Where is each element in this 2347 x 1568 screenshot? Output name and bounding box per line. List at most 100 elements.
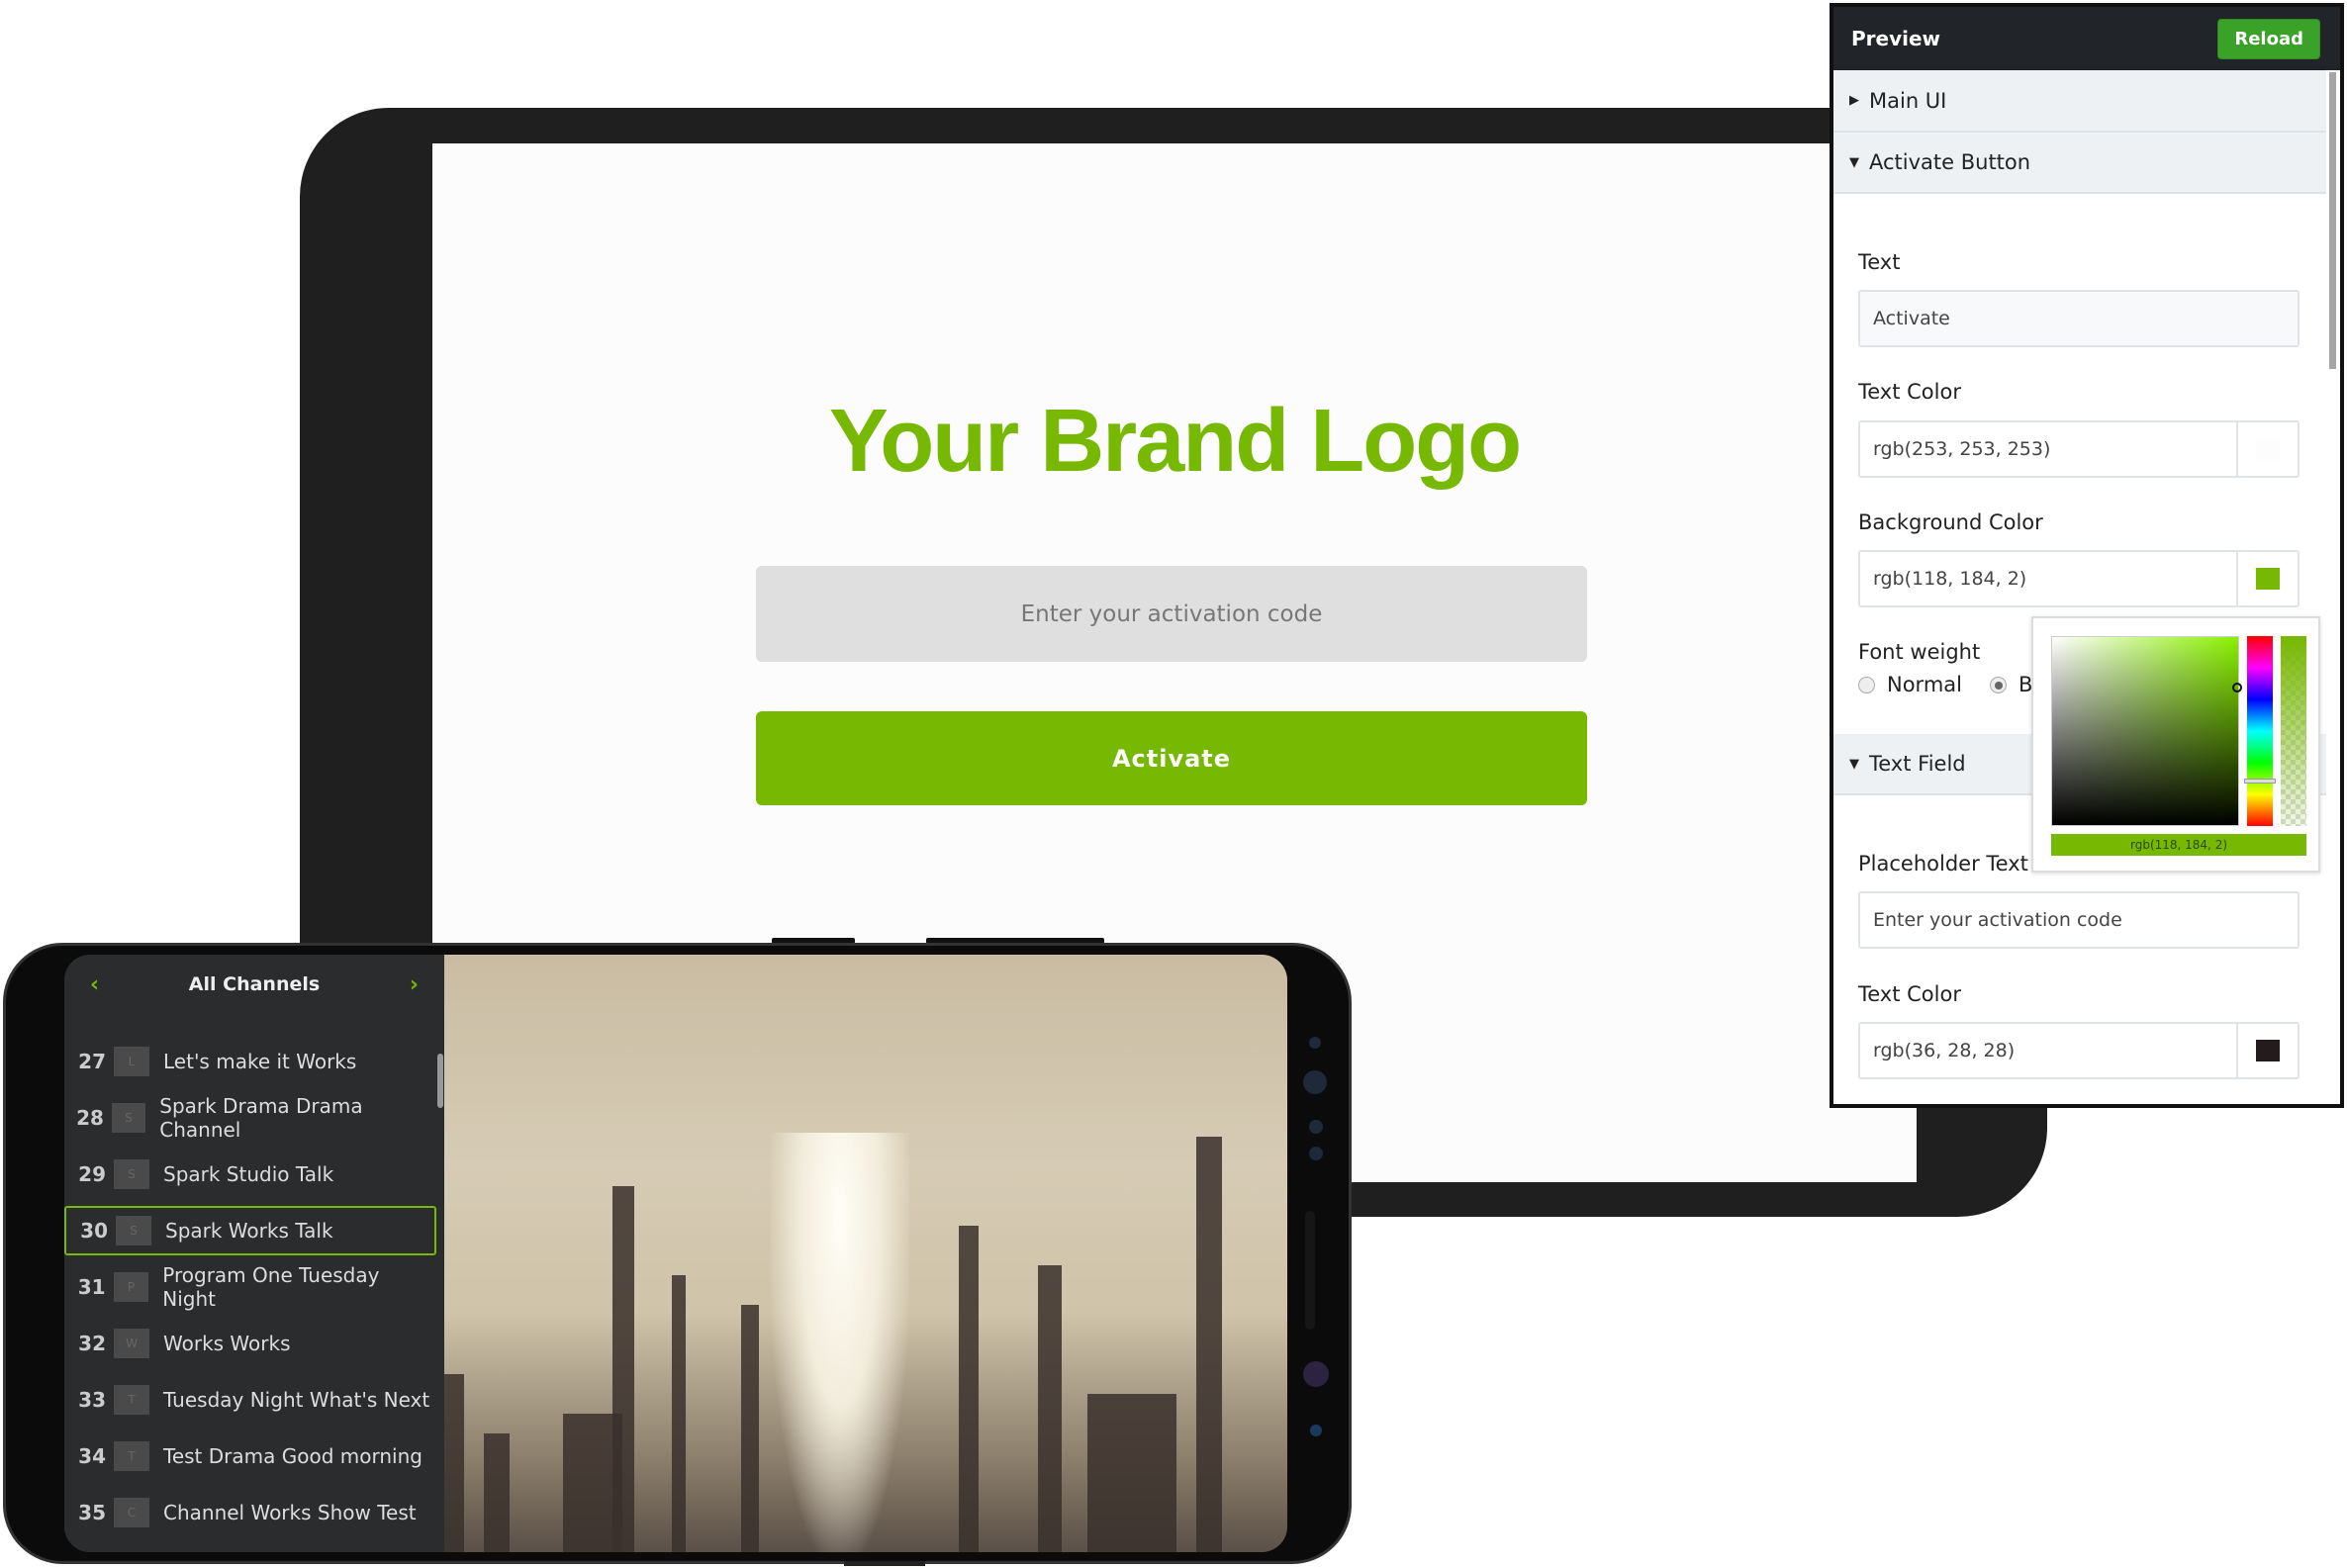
- field-text-color-input[interactable]: rgb(36, 28, 28): [1858, 1022, 2300, 1079]
- background-color-label: Background Color: [1858, 510, 2043, 534]
- channel-row[interactable]: 36TTest Drama HD: [64, 1544, 436, 1552]
- section-label: Text Field: [1869, 752, 1966, 776]
- panel-scrollbar[interactable]: [2329, 72, 2336, 369]
- video-structure: [1038, 1265, 1062, 1552]
- channel-name: Works Works: [163, 1332, 291, 1355]
- sidebar-header: ‹ All Channels ›: [64, 955, 444, 1014]
- text-label: Text: [1858, 250, 1901, 274]
- color-picker-popup: rgb(118, 184, 2): [2031, 616, 2320, 873]
- video-structure: [959, 1226, 979, 1552]
- channel-number: 34: [78, 1444, 106, 1468]
- activation-code-input[interactable]: Enter your activation code: [756, 566, 1587, 662]
- video-structure: [672, 1275, 686, 1552]
- phone-button: [844, 1561, 925, 1566]
- channel-row[interactable]: 28 S Spark Drama Drama Channel: [64, 1093, 436, 1143]
- channel-number: 27: [78, 1050, 106, 1073]
- channel-name: Spark Works Talk: [165, 1219, 333, 1243]
- video-structure: [741, 1305, 759, 1552]
- fingerprint-bar: [1305, 1211, 1315, 1330]
- channel-name: Program One Tuesday Night: [162, 1263, 380, 1311]
- channel-logo-icon: T: [114, 1441, 149, 1471]
- font-weight-label: Font weight: [1858, 640, 1981, 664]
- section-main-ui[interactable]: ▶ Main UI: [1833, 70, 2326, 133]
- sensor-icon: [1309, 1147, 1323, 1160]
- brand-logo: Your Brand Logo: [828, 392, 1522, 491]
- channel-name: Let's make it Works: [163, 1050, 357, 1073]
- caret-down-icon: ▼: [1849, 756, 1859, 772]
- channel-logo-icon: L: [114, 1047, 149, 1076]
- camera-icon: [1303, 1070, 1327, 1094]
- channel-number: 33: [78, 1388, 106, 1412]
- hue-slider-handle[interactable]: [2244, 779, 2276, 784]
- background-color-value: rgb(118, 184, 2): [1873, 568, 2027, 590]
- saturation-value-area[interactable]: [2051, 636, 2242, 826]
- channel-row[interactable]: 32 W Works Works: [64, 1319, 436, 1368]
- font-weight-normal-radio[interactable]: Normal: [1858, 673, 1962, 696]
- channel-row[interactable]: 27 L Let's make it Works: [64, 1037, 436, 1086]
- channel-row[interactable]: 31 P Program One Tuesday Night: [64, 1262, 436, 1312]
- channel-row[interactable]: 29 S Spark Studio Talk: [64, 1150, 436, 1199]
- video-structure: [484, 1433, 510, 1552]
- channel-name: Spark Studio Talk: [163, 1162, 334, 1186]
- field-text-color-swatch[interactable]: [2236, 1024, 2298, 1077]
- button-text-input[interactable]: Activate: [1858, 290, 2300, 347]
- text-color-input[interactable]: rgb(253, 253, 253): [1858, 420, 2300, 478]
- text-color-value: rgb(253, 253, 253): [1873, 438, 2051, 460]
- field-text-color-value: rgb(36, 28, 28): [1873, 1040, 2016, 1061]
- channel-row[interactable]: 35 C Channel Works Show Test: [64, 1488, 436, 1537]
- channel-logo-icon: S: [114, 1159, 149, 1189]
- channel-logo-icon: C: [114, 1498, 149, 1527]
- channel-logo-icon: W: [114, 1329, 149, 1358]
- reload-button[interactable]: Reload: [2217, 18, 2320, 59]
- activate-button[interactable]: Activate: [756, 711, 1587, 805]
- channel-name: Test Drama Good morning: [163, 1444, 422, 1468]
- channel-number: 30: [80, 1219, 108, 1243]
- channel-logo-icon: T: [114, 1385, 149, 1415]
- background-color-swatch[interactable]: [2236, 552, 2298, 605]
- channel-row[interactable]: 34 T Test Drama Good morning: [64, 1431, 436, 1481]
- sidebar-scrollbar[interactable]: [437, 1054, 443, 1108]
- channel-number: 32: [78, 1332, 106, 1355]
- video-light: [771, 1133, 909, 1552]
- picker-handle[interactable]: [2232, 683, 2242, 692]
- camera-icon: [1303, 1361, 1329, 1387]
- panel-title: Preview: [1851, 27, 1941, 50]
- channel-number: 28: [76, 1106, 104, 1130]
- caret-right-icon: ▶: [1849, 93, 1859, 108]
- video-structure: [563, 1414, 622, 1552]
- panel-header: Preview Reload: [1833, 7, 2340, 70]
- sensor-icon: [1310, 1425, 1322, 1436]
- channel-number: 35: [78, 1501, 106, 1524]
- channel-row[interactable]: 30 S Spark Works Talk: [64, 1206, 436, 1255]
- channel-number: 29: [78, 1162, 106, 1186]
- caret-down-icon: ▼: [1849, 154, 1859, 170]
- alpha-slider[interactable]: [2281, 636, 2306, 826]
- background-color-input[interactable]: rgb(118, 184, 2): [1858, 550, 2300, 607]
- field-text-color-label: Text Color: [1858, 982, 1961, 1006]
- video-structure: [1196, 1137, 1222, 1552]
- channel-logo-icon: S: [116, 1216, 151, 1245]
- channel-name: Spark Drama Drama Channel: [159, 1094, 363, 1142]
- radio-checked-icon: [1990, 676, 2007, 693]
- chevron-right-icon[interactable]: ›: [410, 972, 419, 997]
- video-player[interactable]: [444, 955, 1287, 1552]
- video-structure: [1087, 1394, 1176, 1552]
- text-color-label: Text Color: [1858, 380, 1961, 404]
- sensor-icon: [1309, 1120, 1323, 1134]
- sidebar-title: All Channels: [188, 973, 321, 995]
- chevron-left-icon[interactable]: ‹: [90, 972, 99, 997]
- channel-name: Channel Works Show Test: [163, 1501, 417, 1524]
- channel-logo-icon: P: [113, 1272, 149, 1302]
- hue-slider[interactable]: [2247, 636, 2273, 826]
- picker-color-preview: rgb(118, 184, 2): [2051, 834, 2306, 856]
- section-label: Activate Button: [1869, 150, 2031, 174]
- placeholder-text-input[interactable]: Enter your activation code: [1858, 891, 2300, 949]
- section-label: Main UI: [1869, 88, 1947, 113]
- video-structure: [444, 1374, 464, 1552]
- channel-row[interactable]: 33 T Tuesday Night What's Next: [64, 1375, 436, 1425]
- phone-screen: ‹ All Channels › 27 L Let's make it Works 2…: [64, 955, 1287, 1552]
- text-color-swatch[interactable]: [2236, 422, 2298, 476]
- channel-logo-icon: S: [111, 1103, 146, 1133]
- placeholder-text-label: Placeholder Text: [1858, 852, 2028, 876]
- section-activate-button[interactable]: ▼ Activate Button: [1833, 133, 2326, 194]
